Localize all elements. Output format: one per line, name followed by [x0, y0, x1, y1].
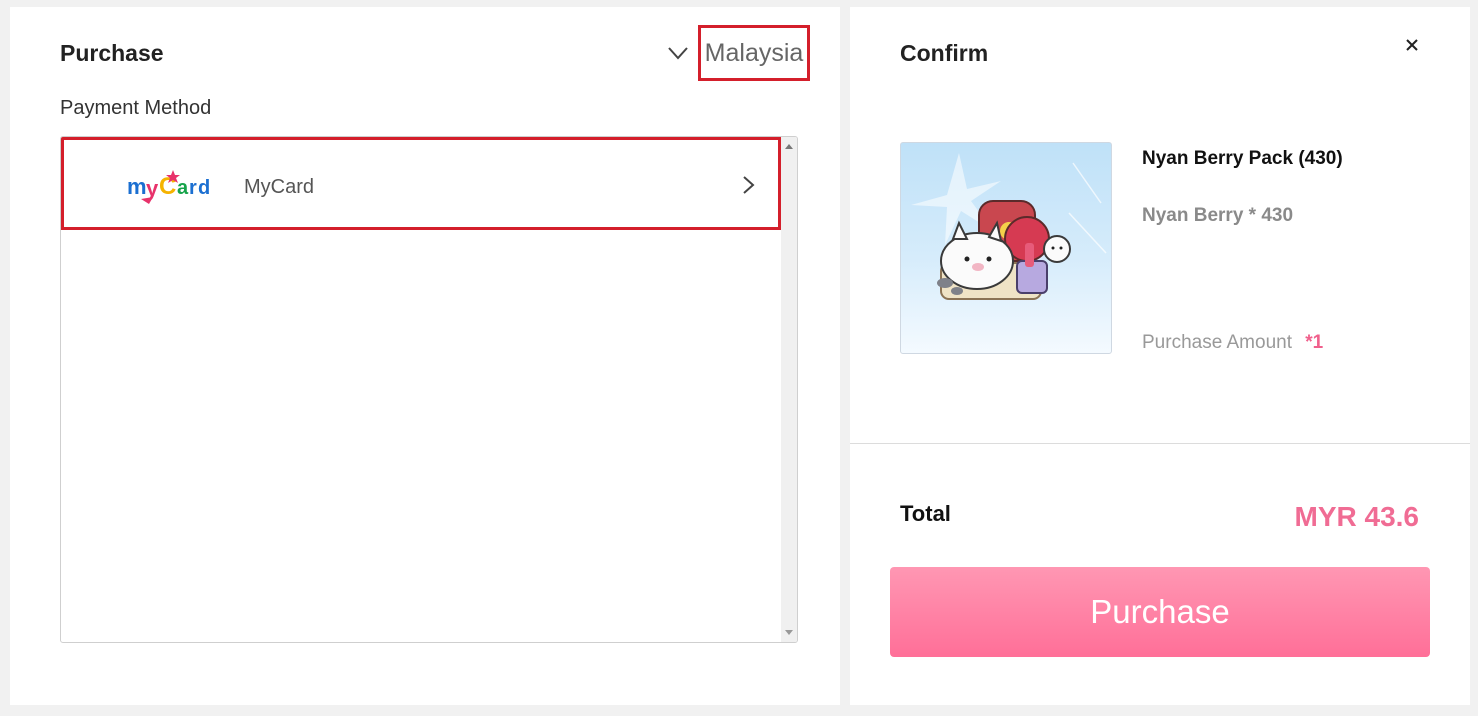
confirm-title: Confirm	[900, 40, 989, 66]
method-list-scrollbar[interactable]	[781, 137, 797, 642]
svg-text:m: m	[127, 174, 147, 199]
product-image	[900, 142, 1112, 354]
region-select[interactable]: Malaysia	[698, 25, 810, 81]
svg-text:r: r	[189, 177, 197, 199]
payment-method-mycard[interactable]: m y C a r d MyCard	[61, 137, 781, 230]
payment-method-label-mycard: MyCard	[244, 176, 315, 198]
scroll-up-icon[interactable]	[785, 144, 793, 149]
payment-method-list: m y C a r d MyCard	[60, 136, 798, 643]
close-icon[interactable]	[1400, 33, 1424, 57]
chevron-right-icon	[743, 176, 755, 194]
scroll-down-icon[interactable]	[785, 630, 793, 635]
payment-method-label: Payment Method	[60, 97, 212, 119]
total-value: MYR 43.6	[1294, 501, 1420, 532]
svg-text:d: d	[198, 177, 210, 199]
divider	[850, 443, 1470, 444]
purchase-amount-row: Purchase Amount *1	[1142, 332, 1323, 354]
purchase-title: Purchase	[60, 40, 164, 66]
chevron-down-icon[interactable]	[666, 41, 690, 65]
purchase-panel: Purchase Malaysia Payment Method m y C a…	[10, 7, 840, 705]
purchase-amount-label: Purchase Amount	[1142, 332, 1292, 353]
product-illustration	[911, 153, 1107, 300]
mycard-logo: m y C a r d	[127, 170, 210, 204]
total-label: Total	[900, 501, 951, 526]
svg-text:a: a	[177, 177, 189, 199]
purchase-amount-value: *1	[1305, 332, 1324, 353]
confirm-panel: Confirm Nyan Berry Pack (430) Nyan Berry…	[850, 7, 1470, 705]
purchase-button[interactable]: Purchase	[890, 567, 1430, 657]
region-select-value: Malaysia	[704, 38, 804, 67]
product-contents: Nyan Berry * 430	[1142, 205, 1294, 226]
product-name: Nyan Berry Pack (430)	[1142, 148, 1343, 169]
